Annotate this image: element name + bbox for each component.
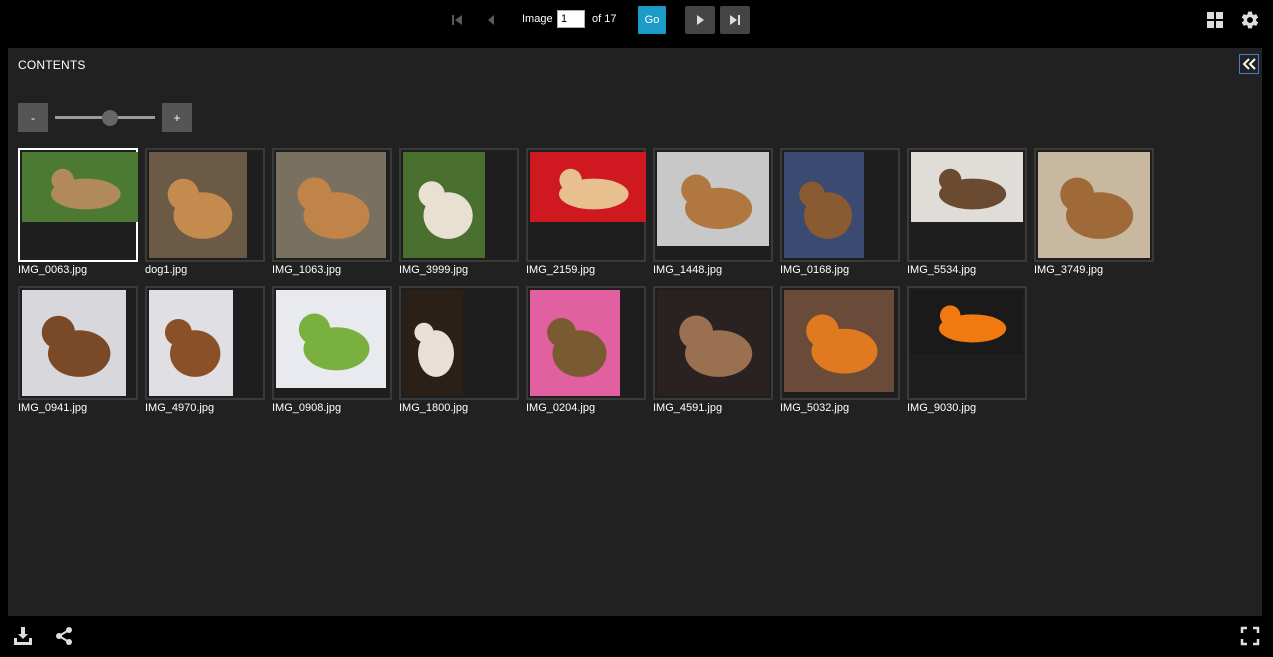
thumbnail-caption: IMG_2159.jpg: [526, 264, 596, 276]
bottom-toolbar: [0, 616, 1273, 657]
thumbnail-caption: IMG_4591.jpg: [653, 402, 723, 414]
page-number-input[interactable]: [557, 10, 585, 28]
next-image-button[interactable]: [685, 6, 715, 34]
thumbnail[interactable]: IMG_0204.jpg: [526, 286, 646, 414]
settings-button[interactable]: [1240, 10, 1260, 30]
panel-title: CONTENTS: [18, 58, 86, 72]
thumbnail-caption: IMG_1448.jpg: [653, 264, 723, 276]
grid-view-button[interactable]: [1205, 10, 1225, 30]
thumbnail[interactable]: IMG_9030.jpg: [907, 286, 1027, 414]
thumbnail-caption: IMG_0063.jpg: [18, 264, 88, 276]
zoom-out-button[interactable]: -: [18, 103, 48, 132]
thumbnail-image: [22, 290, 126, 396]
first-image-button[interactable]: [442, 6, 472, 34]
thumbnail-image: [22, 152, 138, 222]
thumbnail-caption: IMG_9030.jpg: [907, 402, 977, 414]
grid-icon: [1207, 12, 1223, 28]
thumbnail-image: [276, 152, 386, 258]
thumbnail-image: [657, 290, 769, 396]
thumbnail-image: [784, 290, 894, 392]
previous-image-button[interactable]: [476, 6, 506, 34]
thumbnail-image: [149, 290, 233, 396]
share-icon: [56, 627, 72, 645]
thumbnail-caption: IMG_3999.jpg: [399, 264, 469, 276]
thumbnail-image: [530, 152, 646, 222]
total-images-label: of 17: [592, 13, 617, 25]
thumbnail[interactable]: IMG_0063.jpg: [18, 148, 138, 276]
thumbnail-caption: IMG_1800.jpg: [399, 402, 469, 414]
thumbnail[interactable]: IMG_5534.jpg: [907, 148, 1027, 276]
zoom-slider-thumb[interactable]: [102, 110, 118, 126]
thumbnail[interactable]: IMG_0908.jpg: [272, 286, 392, 414]
thumbnail[interactable]: IMG_3999.jpg: [399, 148, 519, 276]
thumbnail-caption: IMG_0168.jpg: [780, 264, 850, 276]
thumbnail[interactable]: IMG_4970.jpg: [145, 286, 265, 414]
download-icon: [14, 627, 32, 645]
thumbnail-image: [911, 152, 1023, 222]
thumbnail[interactable]: IMG_3749.jpg: [1034, 148, 1154, 276]
skip-first-icon: [452, 15, 462, 25]
thumbnail-caption: IMG_1063.jpg: [272, 264, 342, 276]
share-button[interactable]: [53, 625, 75, 647]
thumbnail-image: [1038, 152, 1150, 258]
thumbnail[interactable]: IMG_4591.jpg: [653, 286, 773, 414]
thumbnail-caption: IMG_0941.jpg: [18, 402, 88, 414]
contents-panel: CONTENTS - + IMG_0063.jpg dog1.jpg IMG_106…: [8, 48, 1262, 616]
thumbnail[interactable]: dog1.jpg: [145, 148, 265, 276]
collapse-panel-button[interactable]: [1239, 54, 1259, 74]
thumbnail-caption: IMG_4970.jpg: [145, 402, 215, 414]
thumbnail-image: [149, 152, 247, 258]
fullscreen-icon: [1240, 626, 1260, 646]
double-chevron-left-icon: [1242, 58, 1256, 70]
thumbnail-image: [403, 290, 463, 396]
thumbnail-image: [276, 290, 386, 388]
thumbnail-image: [530, 290, 620, 396]
thumbnail[interactable]: IMG_1063.jpg: [272, 148, 392, 276]
previous-icon: [488, 15, 494, 25]
thumbnail-caption: IMG_0908.jpg: [272, 402, 342, 414]
thumbnail-caption: dog1.jpg: [145, 264, 188, 276]
thumbnail-image: [784, 152, 864, 258]
image-label: Image: [522, 13, 553, 25]
thumbnail-image: [911, 290, 1023, 354]
thumbnail-image: [403, 152, 485, 258]
thumbnail-caption: IMG_0204.jpg: [526, 402, 596, 414]
thumbnail-caption: IMG_5032.jpg: [780, 402, 850, 414]
thumbnail[interactable]: IMG_0941.jpg: [18, 286, 138, 414]
next-icon: [697, 15, 704, 25]
thumbnail[interactable]: IMG_5032.jpg: [780, 286, 900, 414]
zoom-in-button[interactable]: +: [162, 103, 192, 132]
fullscreen-button[interactable]: [1239, 625, 1261, 647]
thumbnail[interactable]: IMG_1800.jpg: [399, 286, 519, 414]
thumbnail[interactable]: IMG_0168.jpg: [780, 148, 900, 276]
thumbnail-caption: IMG_5534.jpg: [907, 264, 977, 276]
thumbnail[interactable]: IMG_1448.jpg: [653, 148, 773, 276]
thumbnail[interactable]: IMG_2159.jpg: [526, 148, 646, 276]
thumbnail-image: [657, 152, 769, 246]
gear-icon: [1241, 11, 1259, 29]
download-button[interactable]: [12, 625, 34, 647]
go-button[interactable]: Go: [638, 6, 666, 34]
last-image-button[interactable]: [720, 6, 750, 34]
skip-last-icon: [730, 15, 740, 25]
thumbnail-caption: IMG_3749.jpg: [1034, 264, 1104, 276]
top-toolbar: Image of 17 Go: [0, 0, 1273, 40]
